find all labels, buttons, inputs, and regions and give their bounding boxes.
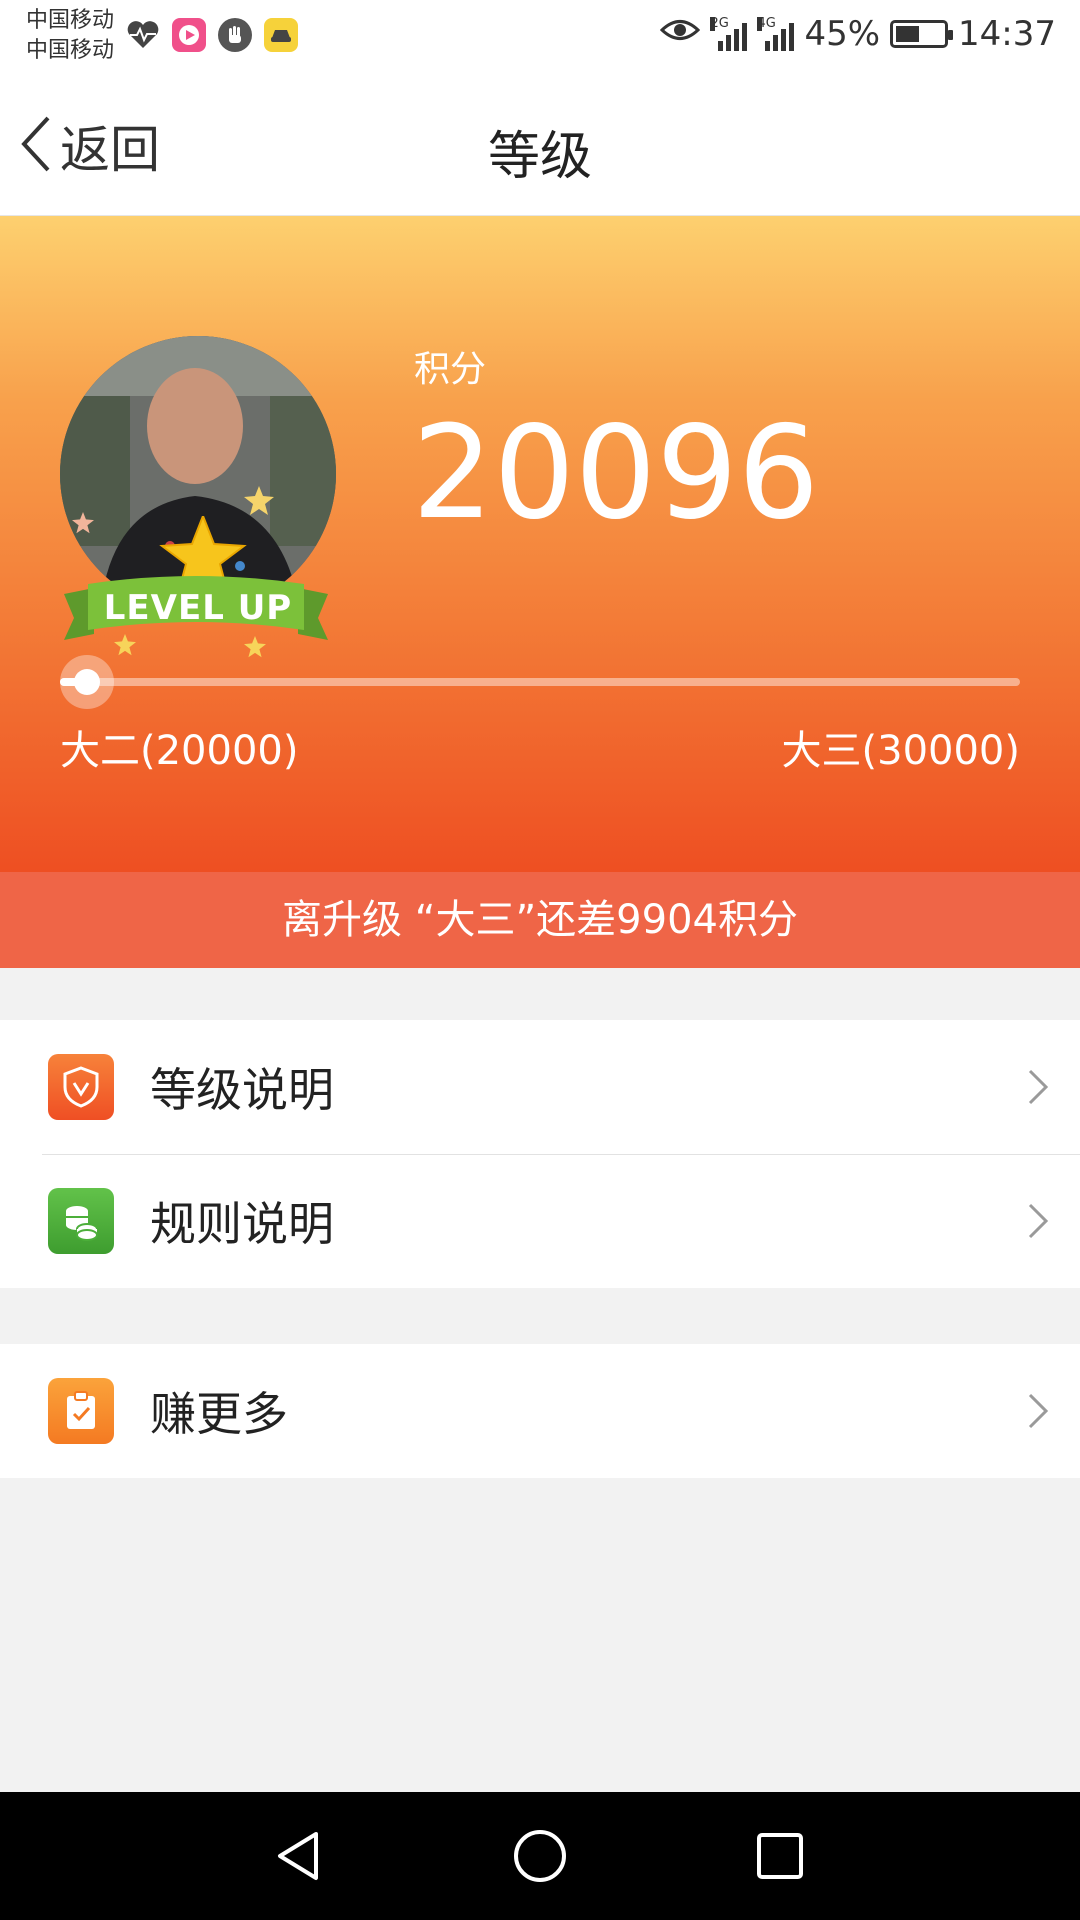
clock: 14:37 [958,14,1056,54]
menu-item-level-description[interactable]: 等级说明 [0,1020,1080,1154]
carrier-1: 中国移动 [26,8,115,33]
level-up-text: LEVEL UP [103,588,293,628]
menu-item-earn-more[interactable]: 赚更多 [0,1344,1080,1478]
level-page: 中国移动 中国移动 2G 4G 45% 14:37 返回 等级 LEVEL UP… [0,0,1080,1920]
chevron-right-icon [1028,1069,1049,1105]
menu-group-info: 等级说明 规则说明 [0,1020,1080,1288]
status-right: 2G 4G 45% 14:37 [660,14,1056,54]
progress-knob [60,655,114,709]
heart-pulse-icon [126,18,160,52]
status-bar: 中国移动 中国移动 2G 4G 45% 14:37 [0,0,1080,76]
eye-icon [660,14,701,54]
home-icon[interactable] [510,1826,570,1886]
network-type-1: 2G [710,16,729,31]
level-hero: LEVEL UP 积分 20096 大二(20000) 大三(30000) [0,216,1080,872]
upgrade-message: 离升级 “大三”还差9904积分 [0,872,1080,968]
level-progress-bar [60,655,1020,709]
system-nav-bar [0,1792,1080,1920]
menu-label: 规则说明 [150,1197,334,1251]
nav-bar: 返回 等级 [0,76,1080,216]
back-icon[interactable] [270,1826,330,1886]
battery-icon [890,20,954,48]
car-app-icon [264,18,298,52]
battery-percent: 45% [804,14,881,54]
next-level-label: 大三(30000) [781,728,1020,774]
clipboard-check-icon [48,1378,114,1444]
points-value: 20096 [412,399,820,548]
small-star-icon [72,512,94,534]
shield-icon [48,1054,114,1120]
hand-app-icon [218,18,252,52]
coins-icon [48,1188,114,1254]
chevron-right-icon [1028,1203,1049,1239]
carrier-info: 中国移动 中国移动 [26,6,114,66]
chevron-right-icon [1028,1393,1049,1429]
status-app-icons [126,18,298,52]
signal-icon-2: 4G [757,16,795,51]
avatar-badge: LEVEL UP [58,336,338,658]
menu-item-rules[interactable]: 规则说明 [0,1154,1080,1288]
current-level-label: 大二(20000) [60,728,299,774]
menu-group-earn: 赚更多 [0,1344,1080,1478]
signal-icon-1: 2G [710,16,748,51]
small-star-icon [244,636,266,658]
points-label: 积分 [414,349,487,390]
recents-icon[interactable] [750,1826,810,1886]
video-app-icon [172,18,206,52]
menu-label: 等级说明 [150,1063,334,1117]
network-type-2: 4G [757,16,776,31]
small-star-icon [244,486,274,515]
small-star-icon [114,634,136,656]
menu-label: 赚更多 [150,1387,288,1441]
page-title: 等级 [487,127,592,187]
carrier-2: 中国移动 [26,38,115,63]
